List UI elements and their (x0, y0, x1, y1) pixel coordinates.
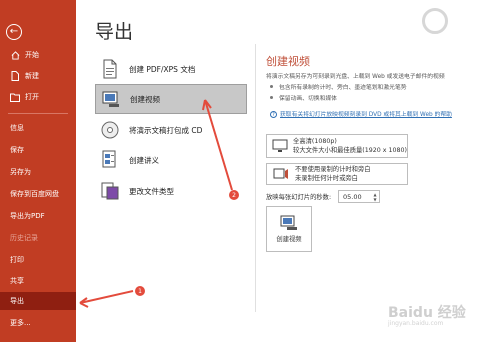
option-label: 更改文件类型 (129, 186, 174, 196)
sidebar-divider (8, 113, 68, 114)
panel-divider (255, 44, 256, 312)
sidebar-item-history: 历史记录 (0, 230, 76, 246)
narration-dropdown[interactable]: 不要使用录制的计时和旁白 未录制任何计时或旁白 (266, 163, 408, 185)
quality-secondary: 较大文件大小和最佳质量(1920 x 1080) (293, 147, 407, 154)
sidebar-item-save-to-baidu[interactable]: 保存到百度网盘 (0, 186, 76, 202)
sidebar-item-more[interactable]: 更多... (0, 315, 76, 331)
help-icon: ? (270, 111, 277, 118)
option-label: 将演示文稿打包成 CD (129, 125, 203, 135)
export-option-pdf[interactable]: 创建 PDF/XPS 文档 (95, 54, 245, 84)
create-video-icon (280, 215, 298, 231)
sidebar-item-label: 打开 (25, 93, 39, 101)
sidebar-item-label: 开始 (25, 51, 39, 59)
sidebar-item-export[interactable]: 导出 (0, 292, 76, 310)
export-option-package-cd[interactable]: 将演示文稿打包成 CD (95, 115, 245, 145)
option-label: 创建讲义 (129, 155, 159, 165)
sidebar-item-print[interactable]: 打印 (0, 252, 76, 268)
backstage-sidebar: ← 开始 新建 打开 信息 保存 另存为 保存到百度网盘 导出为PDF 历史记录… (0, 0, 76, 342)
help-link-text: 获取有关将幻灯片放映视频刻录到 DVD 或将其上载到 Web 的帮助 (280, 112, 452, 118)
export-option-change-file-type[interactable]: 更改文件类型 (95, 176, 245, 206)
feature-bullet: 包含所有录制的计时、旁白、墨迹笔划和激光笔势 (270, 82, 407, 91)
export-option-create-video[interactable]: 创建视频 (95, 84, 247, 114)
section-title: 创建视频 (266, 55, 310, 68)
option-label: 创建视频 (130, 94, 160, 104)
handout-icon (99, 149, 121, 171)
spinner-arrows-icon[interactable]: ▲ ▼ (371, 191, 379, 202)
sidebar-item-info[interactable]: 信息 (0, 120, 76, 136)
sidebar-item-label: 历史记录 (10, 234, 38, 242)
seconds-value: 05.00 (343, 192, 362, 201)
help-link[interactable]: ? 获取有关将幻灯片放映视频刻录到 DVD 或将其上载到 Web 的帮助 (270, 109, 452, 118)
sidebar-item-share[interactable]: 共享 (0, 273, 76, 289)
cd-disc-icon (99, 119, 121, 141)
sidebar-item-label: 保存到百度网盘 (10, 190, 59, 198)
sidebar-item-label: 更多... (10, 319, 31, 327)
video-icon (100, 88, 122, 110)
option-label: 创建 PDF/XPS 文档 (129, 64, 196, 74)
narration-icon (272, 167, 290, 181)
page-title: 导出 (95, 21, 134, 43)
narration-secondary: 未录制任何计时或旁白 (295, 175, 358, 182)
file-type-icon (99, 180, 121, 202)
dropdown-text: 不要使用录制的计时和旁白 未录制任何计时或旁白 (295, 165, 371, 183)
create-video-button-label: 创建视频 (276, 236, 302, 243)
feature-bullet: 保留动画、切换和媒体 (270, 93, 337, 102)
seconds-label: 放映每张幻灯片的秒数: (266, 194, 332, 201)
sidebar-item-label: 导出 (10, 297, 24, 305)
sidebar-item-label: 保存 (10, 146, 24, 154)
sidebar-item-open[interactable]: 打开 (0, 89, 76, 105)
bullet-text: 保留动画、切换和媒体 (279, 96, 337, 102)
monitor-icon (272, 139, 288, 153)
new-document-icon (10, 71, 20, 81)
sidebar-item-label: 另存为 (10, 168, 31, 176)
sidebar-item-home[interactable]: 开始 (0, 47, 76, 63)
sidebar-item-label: 信息 (10, 124, 24, 132)
create-video-button[interactable]: 创建视频 (266, 206, 312, 252)
sidebar-item-save-as[interactable]: 另存为 (0, 164, 76, 180)
pdf-document-icon (99, 58, 121, 80)
back-arrow-icon[interactable]: ← (6, 24, 22, 40)
sidebar-item-label: 共享 (10, 277, 24, 285)
sidebar-item-label: 打印 (10, 256, 24, 264)
sidebar-item-export-pdf[interactable]: 导出为PDF (0, 208, 76, 224)
section-description: 将演示文稿另存为可刻录到光盘、上载到 Web 或发送电子邮件的视频 (266, 74, 445, 80)
watermark: Baidu 经验 (388, 305, 466, 321)
video-quality-dropdown[interactable]: 全高清(1080p) 较大文件大小和最佳质量(1920 x 1080) (266, 134, 408, 158)
watermark-logo-icon (422, 8, 448, 34)
sidebar-item-label: 导出为PDF (10, 212, 45, 220)
seconds-per-slide-input[interactable]: 05.00 ▲ ▼ (338, 190, 380, 203)
sidebar-item-label: 新建 (25, 72, 39, 80)
sidebar-item-new[interactable]: 新建 (0, 68, 76, 84)
export-option-handouts[interactable]: 创建讲义 (95, 145, 245, 175)
bullet-text: 包含所有录制的计时、旁白、墨迹笔划和激光笔势 (279, 85, 407, 91)
narration-primary: 不要使用录制的计时和旁白 (295, 166, 371, 173)
quality-primary: 全高清(1080p) (293, 138, 337, 145)
watermark-sub: jingyan.baidu.com (388, 320, 444, 327)
dropdown-text: 全高清(1080p) 较大文件大小和最佳质量(1920 x 1080) (293, 137, 407, 155)
step-marker-1: 1 (135, 286, 145, 296)
home-icon (10, 50, 20, 60)
sidebar-item-save[interactable]: 保存 (0, 142, 76, 158)
folder-open-icon (10, 92, 20, 102)
step-marker-2: 2 (229, 190, 239, 200)
